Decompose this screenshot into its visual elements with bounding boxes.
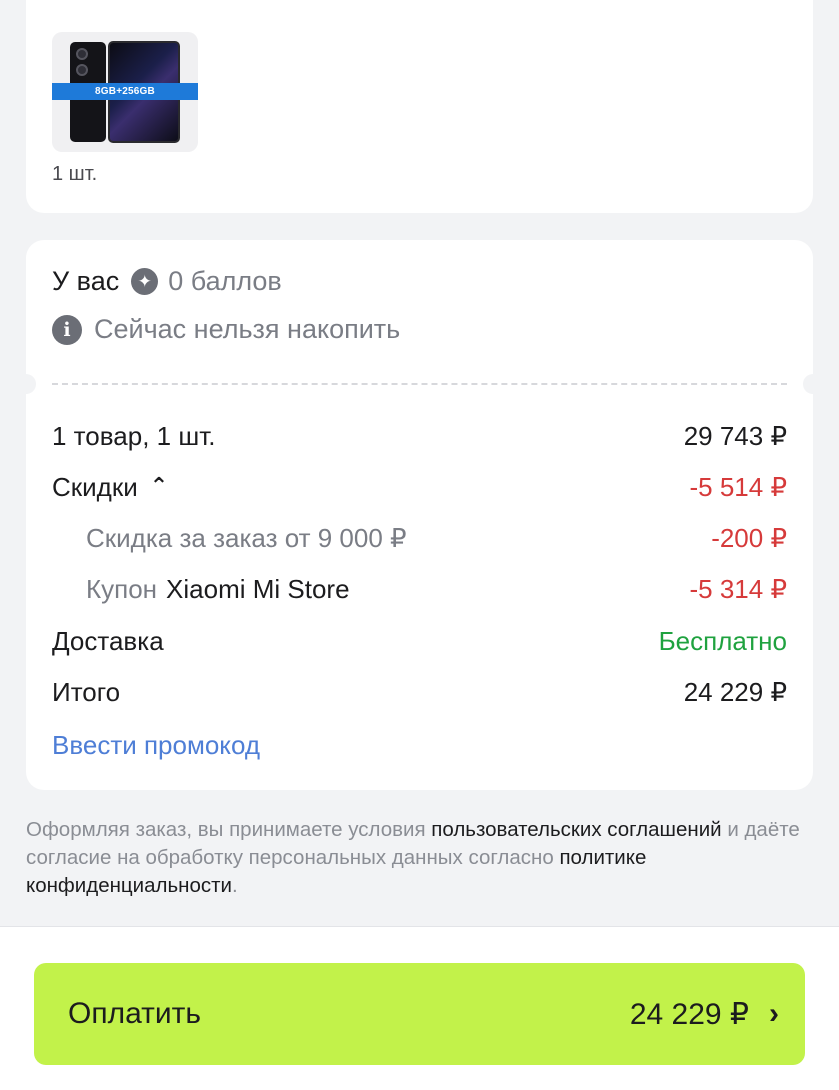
items-row: 1 товар, 1 шт. 29 743 ₽ [52,421,787,452]
delivery-label: Доставка [52,626,164,656]
info-icon: i [52,314,82,345]
coupon-row: Купон Xiaomi Mi Store -5 314 ₽ [52,574,787,605]
total-row: Итого 24 229 ₽ [52,677,787,708]
delivery-value: Бесплатно [658,626,787,656]
legal-text-1: Оформляя заказ, вы принимаете условия [26,818,432,841]
enter-promo-code-link[interactable]: Ввести промокод [52,730,260,761]
product-thumbnail[interactable]: 8GB+256GB [52,32,198,152]
coupon-label-prefix: Купон [86,574,158,604]
discounts-row[interactable]: Скидки ⌃ -5 514 ₽ [52,472,787,503]
total-label: Итого [52,677,121,707]
product-quantity: 1 шт. [52,163,98,185]
order-discount-label: Скидка за заказ от 9 000 ₽ [86,523,407,553]
coupon-name: Xiaomi Mi Store [166,574,350,604]
order-summary-card: У вас 0 баллов i Сейчас нельзя накопить … [16,240,823,790]
coupon-value: -5 314 ₽ [689,574,788,604]
memory-badge: 8GB+256GB [52,83,198,100]
order-discount-value: -200 ₽ [711,523,787,553]
dashed-divider [52,383,787,385]
discounts-label: Скидки [52,472,138,502]
chevron-right-icon: › [769,997,779,1030]
legal-text-3: . [231,874,238,897]
legal-notice: Оформляя заказ, вы принимаете условия по… [26,816,816,900]
bonus-points: 0 баллов [168,266,282,296]
user-agreements-link[interactable]: пользовательских соглашений [431,818,721,841]
card-notch-right [803,374,823,394]
pay-button[interactable]: Оплатить 24 229 ₽ › [34,963,805,1065]
order-items-card: 8GB+256GB 1 шт. [26,0,813,213]
pay-button-amount: 24 229 ₽ [629,997,749,1031]
bonus-note-row: i Сейчас нельзя накопить [52,314,787,345]
pay-button-label: Оплатить [68,997,201,1030]
bonus-prefix: У вас [52,266,120,296]
chevron-up-icon[interactable]: ⌃ [150,473,168,499]
bonus-coin-icon [131,268,159,295]
bonus-balance-row: У вас 0 баллов [52,266,787,297]
checkout-footer: Оплатить 24 229 ₽ › [0,926,839,1090]
card-notch-left [16,374,36,394]
items-price: 29 743 ₽ [683,421,787,451]
items-label: 1 товар, 1 шт. [52,421,216,451]
delivery-row: Доставка Бесплатно [52,626,787,657]
bonus-note: Сейчас нельзя накопить [94,314,401,344]
discounts-value: -5 514 ₽ [689,472,788,502]
total-value: 24 229 ₽ [683,677,787,707]
order-discount-row: Скидка за заказ от 9 000 ₽ -200 ₽ [52,523,787,554]
